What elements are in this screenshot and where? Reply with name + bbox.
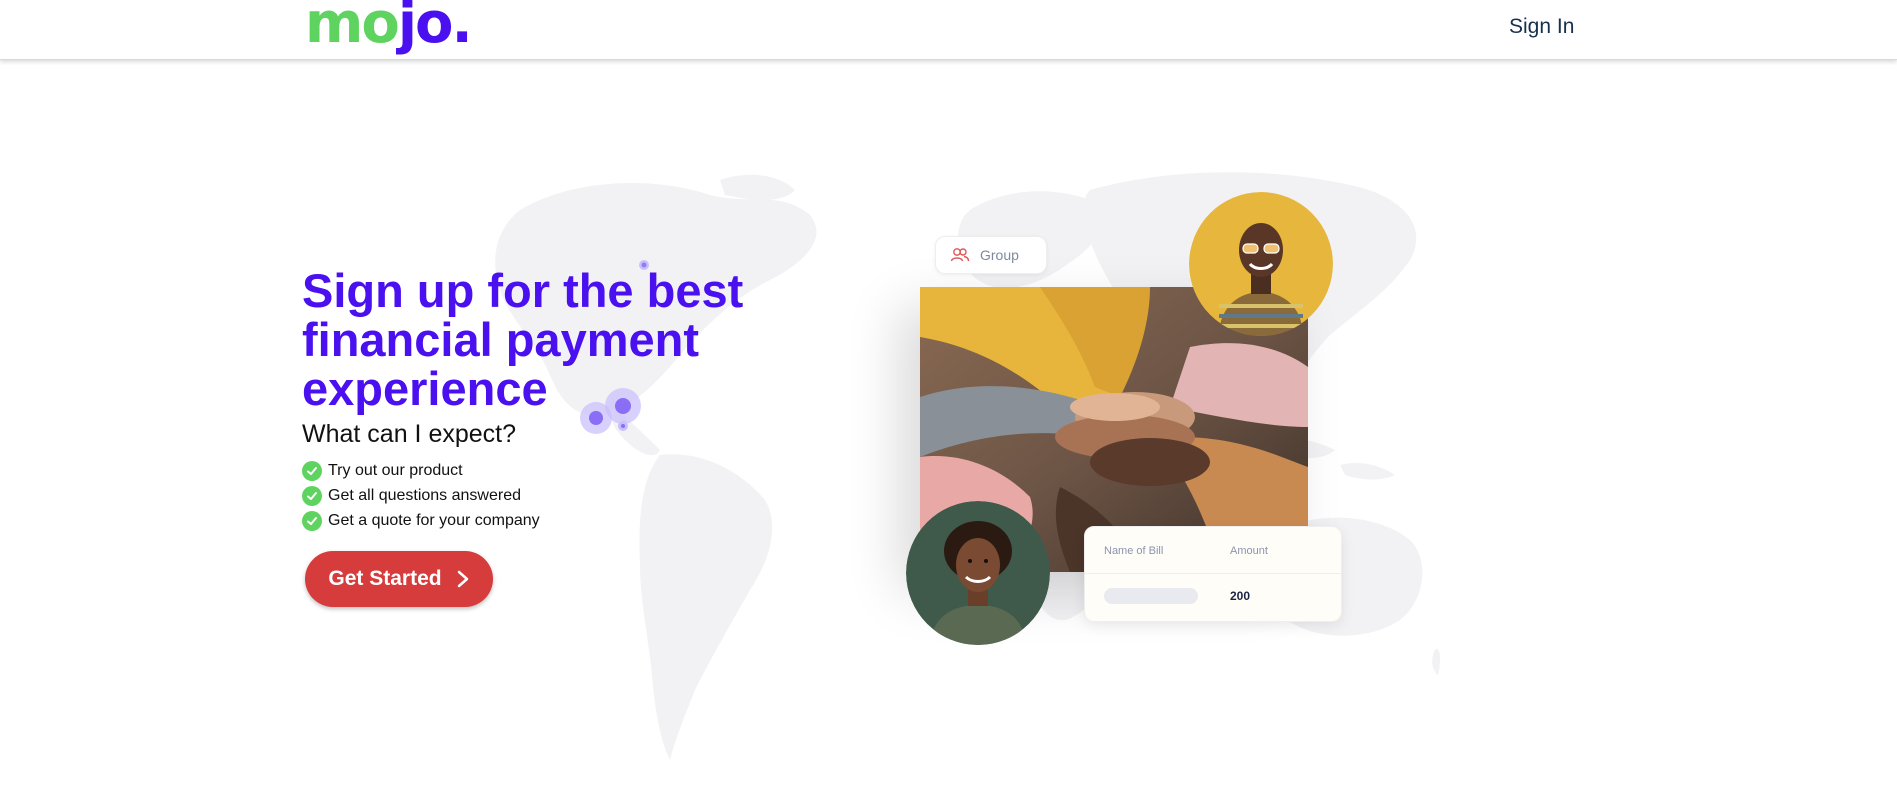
list-item-label: Get a quote for your company [328, 511, 540, 529]
chevron-right-icon [457, 570, 468, 588]
bill-name-header: Name of Bill [1104, 545, 1164, 557]
group-chip: Group [935, 236, 1047, 274]
mojo-logo[interactable]: mojo. [305, 0, 473, 54]
list-item: Try out our product [302, 458, 540, 483]
avatar-man-sunglasses [1189, 192, 1333, 336]
hero-headline: Sign up for the best financial payment e… [302, 264, 744, 415]
bill-name-placeholder [1104, 588, 1198, 604]
benefit-list: Try out our product Get all questions an… [302, 458, 540, 533]
group-chip-label: Group [980, 247, 1019, 263]
check-icon [302, 485, 322, 506]
bill-amount-value: 200 [1230, 589, 1251, 603]
list-item: Get a quote for your company [302, 508, 540, 533]
expect-heading: What can I expect? [302, 420, 517, 448]
group-icon [950, 248, 970, 262]
divider [1085, 573, 1341, 574]
list-item-label: Get all questions answered [328, 486, 521, 504]
get-started-button[interactable]: Get Started [305, 551, 493, 607]
list-item: Get all questions answered [302, 483, 540, 508]
list-item-label: Try out our product [328, 461, 463, 479]
check-icon [302, 460, 322, 481]
get-started-label: Get Started [328, 567, 442, 590]
sign-in-link[interactable]: Sign In [1509, 15, 1574, 39]
check-icon [302, 510, 322, 531]
site-header: mojo. Sign In [0, 0, 1897, 60]
bill-amount-header: Amount [1230, 545, 1268, 557]
avatar-woman [906, 501, 1050, 645]
bill-card: Name of Bill Amount 200 [1084, 526, 1342, 622]
